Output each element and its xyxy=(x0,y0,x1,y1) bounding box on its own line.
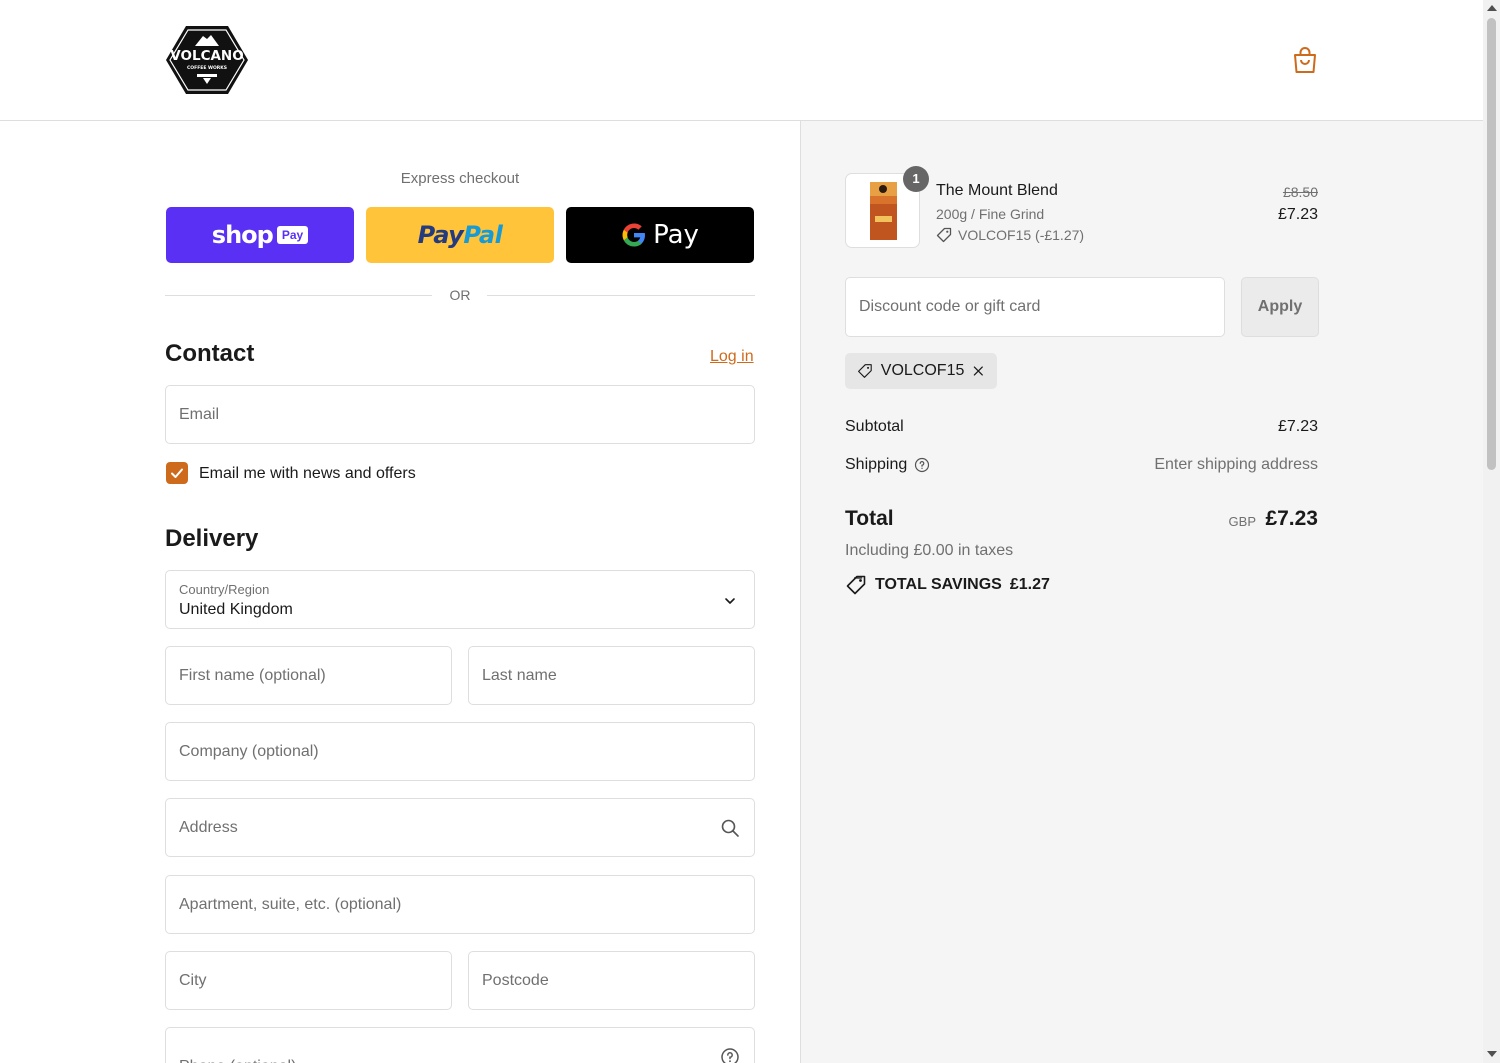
applied-discount-chip: VOLCOF15 xyxy=(845,353,997,389)
log-in-link[interactable]: Log in xyxy=(710,348,754,366)
postcode-field[interactable] xyxy=(468,951,755,1010)
savings-label: TOTAL SAVINGS xyxy=(875,576,1002,593)
checkmark-icon xyxy=(171,468,183,478)
google-pay-button[interactable]: Pay xyxy=(566,207,754,263)
paypal-wordmark: PayPal xyxy=(417,221,503,249)
address-field[interactable] xyxy=(165,798,755,857)
city-field[interactable] xyxy=(165,951,452,1010)
tag-icon xyxy=(936,227,952,243)
express-checkout-label: Express checkout xyxy=(400,170,520,187)
company-input[interactable] xyxy=(166,723,754,780)
page-scrollbar[interactable] xyxy=(1483,0,1500,1063)
company-field[interactable] xyxy=(165,722,755,781)
divider-right xyxy=(487,295,755,296)
country-label: Country/Region xyxy=(179,582,270,597)
phone-input[interactable] xyxy=(166,1028,754,1063)
taxes-text: Including £0.00 in taxes xyxy=(845,542,1014,559)
search-icon[interactable] xyxy=(720,818,740,838)
shipping-label: Shipping xyxy=(845,456,908,473)
savings-tag-icon xyxy=(846,575,866,595)
subtotal-label: Subtotal xyxy=(845,418,904,435)
apartment-input[interactable] xyxy=(166,876,754,933)
city-input[interactable] xyxy=(166,952,451,1009)
tag-icon xyxy=(858,364,872,378)
discounted-price: £7.23 xyxy=(1277,206,1318,223)
scrollbar-thumb[interactable] xyxy=(1487,18,1496,470)
first-name-field[interactable] xyxy=(165,646,452,705)
or-divider-text: OR xyxy=(449,287,471,303)
paypal-button[interactable]: PayPal xyxy=(366,207,554,263)
discount-code-field[interactable] xyxy=(845,277,1225,337)
email-input[interactable] xyxy=(166,386,754,443)
google-g-icon xyxy=(622,223,646,247)
savings-value: £1.27 xyxy=(1009,576,1050,593)
product-variant: 200g / Fine Grind xyxy=(936,206,1045,222)
divider-left xyxy=(165,295,432,296)
logo-subtext: COFFEE WORKS xyxy=(187,65,227,71)
help-circle-icon[interactable] xyxy=(914,457,930,473)
applied-code-text: VOLCOF15 xyxy=(880,362,965,379)
gpay-word: Pay xyxy=(653,220,699,250)
shop-pay-pill: Pay xyxy=(276,226,309,244)
subtotal-value: £7.23 xyxy=(1277,418,1318,435)
newsletter-label: Email me with news and offers xyxy=(199,465,416,482)
scroll-down-arrow[interactable] xyxy=(1487,1051,1497,1057)
help-circle-icon[interactable] xyxy=(720,1047,740,1063)
address-input[interactable] xyxy=(166,799,754,856)
shipping-row: Shipping xyxy=(845,456,930,474)
phone-field[interactable] xyxy=(165,1027,755,1063)
product-discount: VOLCOF15 (-£1.27) xyxy=(936,227,1084,243)
newsletter-checkbox[interactable] xyxy=(166,462,188,484)
delivery-heading: Delivery xyxy=(165,525,259,552)
shipping-value: Enter shipping address xyxy=(1154,456,1318,473)
shop-pay-word: shop xyxy=(211,221,274,249)
discount-code-input[interactable] xyxy=(846,278,1224,336)
last-name-field[interactable] xyxy=(468,646,755,705)
country-value: United Kingdom xyxy=(179,601,293,618)
email-field[interactable] xyxy=(165,385,755,444)
logo-text: VOLCANO xyxy=(170,48,243,64)
last-name-input[interactable] xyxy=(469,647,754,704)
total-label: Total xyxy=(845,507,894,530)
volcano-logo[interactable]: VOLCANO COFFEE WORKS xyxy=(165,24,249,96)
product-discount-text: VOLCOF15 (-£1.27) xyxy=(958,227,1085,243)
product-name: The Mount Blend xyxy=(936,182,1058,199)
first-name-input[interactable] xyxy=(166,647,451,704)
quantity-badge: 1 xyxy=(903,166,929,192)
shop-pay-button[interactable]: shop Pay xyxy=(166,207,354,263)
scroll-up-arrow[interactable] xyxy=(1487,5,1497,11)
total-savings: TOTAL SAVINGS £1.27 xyxy=(845,574,1050,596)
contact-heading: Contact xyxy=(165,340,255,367)
shopping-bag-icon[interactable] xyxy=(1292,46,1318,74)
country-select[interactable]: Country/Region United Kingdom xyxy=(165,570,755,629)
header: VOLCANO COFFEE WORKS xyxy=(0,0,1483,121)
currency-code: GBP xyxy=(1228,514,1256,529)
postcode-input[interactable] xyxy=(469,952,754,1009)
chevron-down-icon xyxy=(725,598,735,604)
total-value: £7.23 xyxy=(1265,507,1318,530)
apply-button[interactable]: Apply xyxy=(1241,277,1319,337)
remove-discount-icon[interactable] xyxy=(972,363,985,379)
original-price: £8.50 xyxy=(1282,184,1318,200)
apartment-field[interactable] xyxy=(165,875,755,934)
